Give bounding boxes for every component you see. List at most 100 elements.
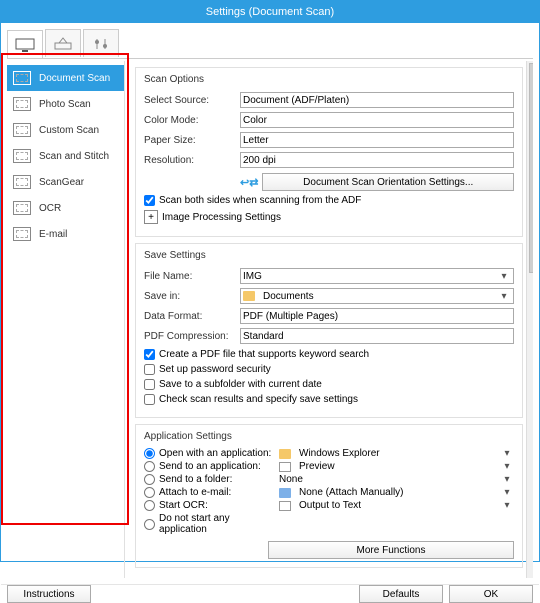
document-scan-icon [13, 71, 31, 85]
scan-options-section: Scan Options Select Source:Document (ADF… [135, 67, 523, 237]
start-ocr-label: Start OCR: [159, 500, 275, 511]
subfolder-date-checkbox[interactable] [144, 379, 155, 390]
application-settings-heading: Application Settings [144, 431, 514, 442]
more-functions-button[interactable]: More Functions [268, 541, 514, 559]
footer: Instructions Defaults OK [1, 584, 539, 603]
scrollbar[interactable] [526, 61, 533, 578]
subfolder-date-label: Save to a subfolder with current date [159, 379, 322, 390]
scanner-icon [53, 37, 73, 51]
sidebar-item-label: Scan and Stitch [39, 151, 109, 162]
scan-options-heading: Scan Options [144, 74, 514, 85]
scan-both-sides-label: Scan both sides when scanning from the A… [159, 195, 361, 206]
color-mode-dropdown[interactable]: Color [240, 112, 514, 128]
sliders-icon [91, 37, 111, 51]
password-security-checkbox[interactable] [144, 364, 155, 375]
pdf-compression-label: PDF Compression: [144, 331, 240, 342]
chevron-down-icon: ▾ [500, 487, 514, 498]
ok-button[interactable]: OK [449, 585, 533, 603]
custom-scan-icon [13, 123, 31, 137]
chevron-down-icon: ▾ [500, 474, 514, 485]
start-ocr-radio[interactable] [144, 500, 155, 511]
sidebar-item-label: Photo Scan [39, 99, 91, 110]
send-to-app-label: Send to an application: [159, 461, 275, 472]
save-in-label: Save in: [144, 291, 240, 302]
image-processing-label: Image Processing Settings [162, 212, 281, 223]
top-tab-scan[interactable] [7, 30, 43, 58]
save-settings-heading: Save Settings [144, 250, 514, 261]
select-source-label: Select Source: [144, 95, 240, 106]
sidebar-item-document-scan[interactable]: Document Scan [7, 65, 124, 91]
open-with-app-radio[interactable] [144, 448, 155, 459]
chevron-down-icon: ▾ [500, 500, 514, 511]
sidebar-item-label: Document Scan [39, 73, 110, 84]
sidebar-item-ocr[interactable]: OCR [7, 195, 124, 221]
chevron-down-icon: ▾ [500, 461, 514, 472]
sidebar-item-label: E-mail [39, 229, 67, 240]
file-name-label: File Name: [144, 271, 240, 282]
application-settings-section: Application Settings Open with an applic… [135, 424, 523, 568]
scrollbar-thumb[interactable] [529, 63, 533, 273]
ocr-icon [13, 201, 31, 215]
sidebar: Document Scan Photo Scan Custom Scan Sca… [7, 61, 125, 578]
file-name-combo[interactable]: IMG▾ [240, 268, 514, 284]
scan-stitch-icon [13, 149, 31, 163]
scan-both-sides-checkbox[interactable] [144, 195, 155, 206]
attach-email-label: Attach to e-mail: [159, 487, 275, 498]
sidebar-item-photo-scan[interactable]: Photo Scan [7, 91, 124, 117]
resolution-dropdown[interactable]: 200 dpi [240, 152, 514, 168]
send-to-app-combo[interactable]: Preview▾ [279, 461, 514, 472]
scangear-icon [13, 175, 31, 189]
top-tab-save[interactable] [45, 29, 81, 57]
mail-icon [279, 488, 291, 498]
expand-image-processing[interactable]: + [144, 210, 158, 224]
content: Document Scan Photo Scan Custom Scan Sca… [1, 23, 539, 584]
sidebar-item-label: ScanGear [39, 177, 84, 188]
do-not-start-label: Do not start any application [159, 513, 275, 535]
titlebar: Settings (Document Scan) [1, 1, 539, 23]
preview-icon [279, 462, 291, 472]
data-format-dropdown[interactable]: PDF (Multiple Pages) [240, 308, 514, 324]
start-ocr-combo[interactable]: Output to Text▾ [279, 500, 514, 511]
top-tab-prefs[interactable] [83, 29, 119, 57]
email-icon [13, 227, 31, 241]
password-security-label: Set up password security [159, 364, 271, 375]
open-with-app-combo[interactable]: Windows Explorer▾ [279, 448, 514, 459]
send-to-app-radio[interactable] [144, 461, 155, 472]
folder-icon [243, 291, 255, 301]
resolution-label: Resolution: [144, 155, 240, 166]
paper-size-dropdown[interactable]: Letter [240, 132, 514, 148]
chevron-down-icon: ▾ [497, 271, 511, 282]
defaults-button[interactable]: Defaults [359, 585, 443, 603]
sidebar-item-scan-and-stitch[interactable]: Scan and Stitch [7, 143, 124, 169]
window-title: Settings (Document Scan) [206, 6, 334, 18]
sidebar-item-label: Custom Scan [39, 125, 99, 136]
save-in-combo[interactable]: Documents▾ [240, 288, 514, 304]
main-panel: Scan Options Select Source:Document (ADF… [125, 61, 533, 578]
pdf-compression-dropdown[interactable]: Standard [240, 328, 514, 344]
color-mode-label: Color Mode: [144, 115, 240, 126]
pdf-keyword-label: Create a PDF file that supports keyword … [159, 349, 369, 360]
reset-icon[interactable]: ↩⇄ [240, 176, 258, 189]
folder-icon [279, 449, 291, 459]
do-not-start-radio[interactable] [144, 519, 155, 530]
sidebar-item-label: OCR [39, 203, 61, 214]
save-settings-section: Save Settings File Name:IMG▾ Save in:Doc… [135, 243, 523, 418]
chevron-down-icon: ▾ [500, 448, 514, 459]
top-tabbar [7, 29, 533, 59]
attach-email-combo[interactable]: None (Attach Manually)▾ [279, 487, 514, 498]
send-to-folder-combo[interactable]: None▾ [279, 474, 514, 485]
orientation-settings-button[interactable]: Document Scan Orientation Settings... [262, 173, 514, 191]
select-source-dropdown[interactable]: Document (ADF/Platen) [240, 92, 514, 108]
sidebar-item-email[interactable]: E-mail [7, 221, 124, 247]
open-with-app-label: Open with an application: [159, 448, 275, 459]
instructions-button[interactable]: Instructions [7, 585, 91, 603]
settings-window: Settings (Document Scan) Document Scan P… [0, 0, 540, 562]
send-to-folder-label: Send to a folder: [159, 474, 275, 485]
pdf-keyword-checkbox[interactable] [144, 349, 155, 360]
sidebar-item-custom-scan[interactable]: Custom Scan [7, 117, 124, 143]
attach-email-radio[interactable] [144, 487, 155, 498]
photo-scan-icon [13, 97, 31, 111]
send-to-folder-radio[interactable] [144, 474, 155, 485]
sidebar-item-scangear[interactable]: ScanGear [7, 169, 124, 195]
check-results-checkbox[interactable] [144, 394, 155, 405]
